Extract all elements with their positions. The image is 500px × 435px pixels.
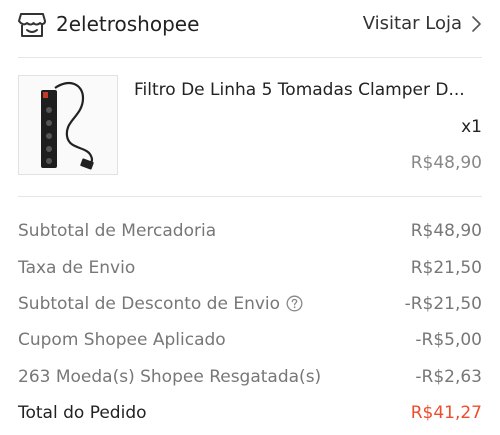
summary-row-shipping-discount: Subtotal de Desconto de Envio -R$21,50 — [18, 286, 482, 322]
summary-row-total: Total do Pedido R$41,27 — [18, 395, 482, 431]
summary-row-coins: 263 Moeda(s) Shopee Resgatada(s) -R$2,63 — [18, 359, 482, 395]
product-thumbnail[interactable] — [18, 75, 118, 175]
summary-label: Taxa de Envio — [18, 257, 136, 278]
summary-value: R$21,50 — [410, 257, 482, 278]
product-divider — [18, 196, 482, 197]
chevron-right-icon — [472, 16, 481, 32]
shop-header: 2eletroshopee Visitar Loja — [0, 0, 500, 52]
help-circle-icon[interactable] — [286, 295, 303, 312]
power-strip-image — [41, 81, 94, 170]
summary-label: Subtotal de Desconto de Envio — [18, 293, 281, 314]
order-summary: Subtotal de Mercadoria R$48,90 Taxa de E… — [18, 213, 482, 431]
summary-row-coupon: Cupom Shopee Aplicado -R$5,00 — [18, 322, 482, 358]
product-quantity: x1 — [461, 117, 482, 137]
header-divider — [18, 57, 482, 58]
product-price: R$48,90 — [410, 153, 482, 173]
order-total-value: R$41,27 — [410, 403, 482, 424]
summary-label: Subtotal de Mercadoria — [18, 221, 217, 242]
summary-label-with-help: Subtotal de Desconto de Envio — [18, 294, 303, 314]
summary-value: -R$2,63 — [415, 366, 482, 387]
summary-value: -R$5,00 — [415, 330, 482, 351]
summary-label: 263 Moeda(s) Shopee Resgatada(s) — [18, 366, 322, 387]
summary-label: Cupom Shopee Aplicado — [18, 330, 226, 351]
order-total-label: Total do Pedido — [18, 403, 147, 424]
visit-store-label: Visitar Loja — [362, 13, 462, 34]
summary-value: R$48,90 — [410, 221, 482, 242]
product-item[interactable]: Filtro De Linha 5 Tomadas Clamper D... x… — [18, 75, 482, 177]
summary-row-shipping: Taxa de Envio R$21,50 — [18, 249, 482, 285]
shop-name[interactable]: 2eletroshopee — [56, 10, 199, 38]
store-icon — [18, 13, 46, 37]
summary-row-subtotal: Subtotal de Mercadoria R$48,90 — [18, 213, 482, 249]
product-name[interactable]: Filtro De Linha 5 Tomadas Clamper D... — [134, 79, 480, 101]
summary-value: -R$21,50 — [404, 293, 482, 314]
visit-store-link[interactable]: Visitar Loja — [363, 10, 482, 38]
